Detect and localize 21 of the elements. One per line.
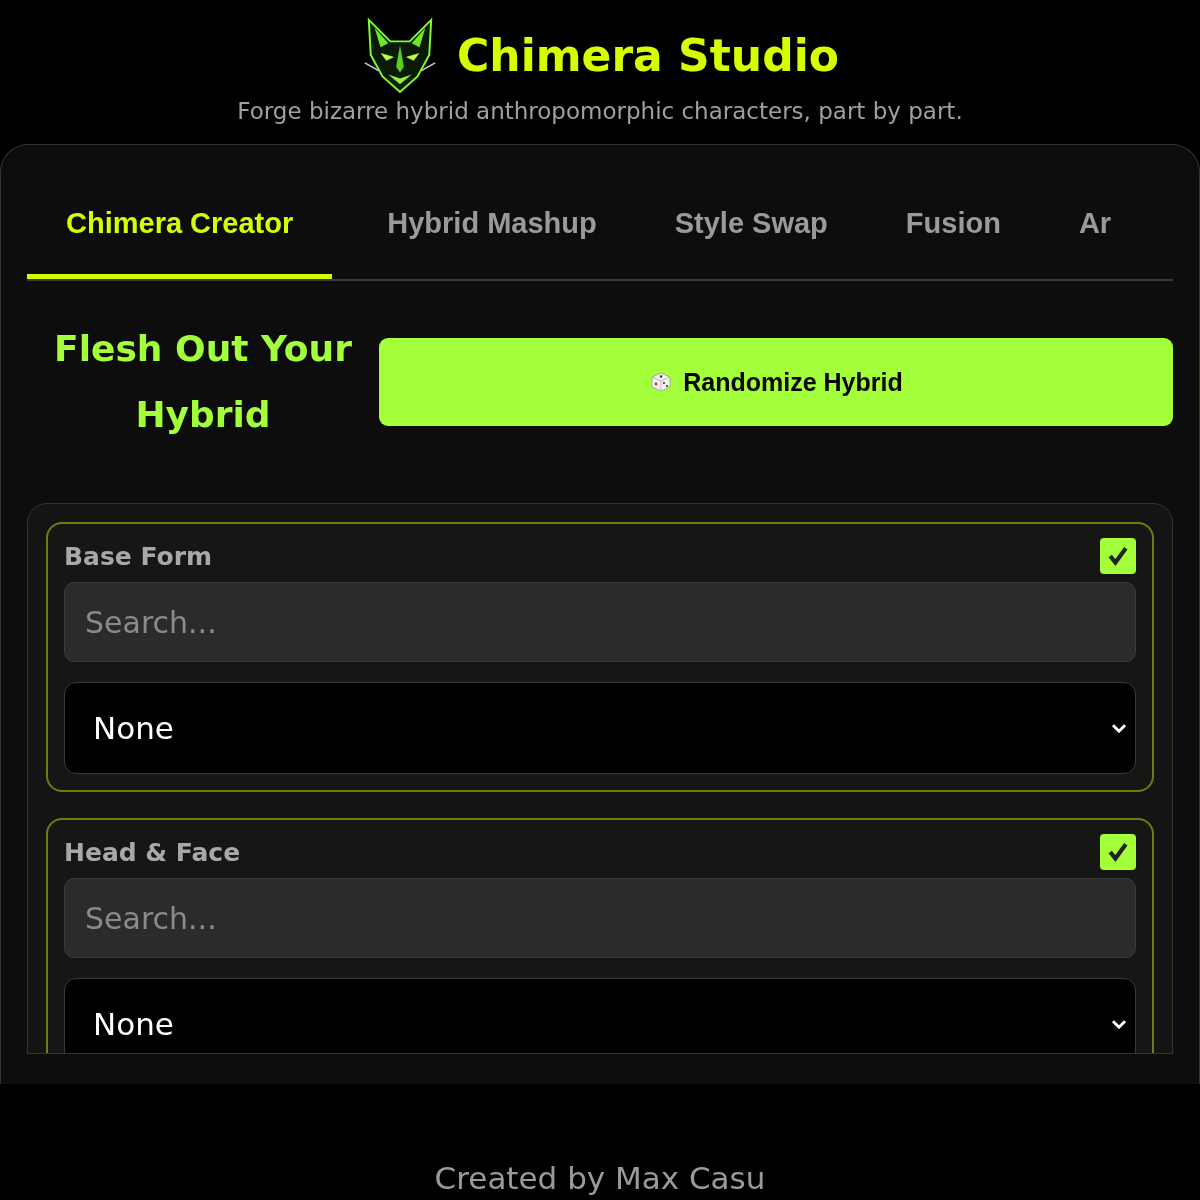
- tab[interactable]: Hybrid Mashup: [348, 173, 636, 279]
- tab[interactable]: Ar: [1039, 173, 1151, 279]
- section-heading: Flesh Out Your Hybrid: [53, 327, 353, 437]
- search-field[interactable]: Search...: [64, 582, 1136, 662]
- tab[interactable]: Fusion: [866, 173, 1040, 279]
- tab[interactable]: Style Swap: [635, 173, 867, 279]
- chevron-down-icon: [1111, 1018, 1127, 1030]
- randomize-button[interactable]: Randomize Hybrid: [379, 338, 1173, 426]
- tab[interactable]: Chimera Creator: [27, 173, 333, 279]
- app-title: Chimera Studio: [457, 29, 839, 81]
- search-field[interactable]: Search...: [64, 878, 1136, 958]
- dice-icon: [649, 370, 674, 394]
- option-label: Base Form: [64, 541, 213, 571]
- checkbox[interactable]: [1100, 538, 1136, 574]
- app-subtitle: Forge bizarre hybrid anthropomorphic characters, part by part.: [237, 98, 963, 124]
- option-dropdown[interactable]: None: [64, 682, 1136, 774]
- chevron-down-icon: [1111, 722, 1127, 734]
- footer-credit: Created by Max Casu: [433, 1159, 767, 1198]
- option-dropdown[interactable]: None: [64, 978, 1136, 1053]
- option-label: Head & Face: [64, 837, 241, 867]
- checkbox[interactable]: [1100, 834, 1136, 870]
